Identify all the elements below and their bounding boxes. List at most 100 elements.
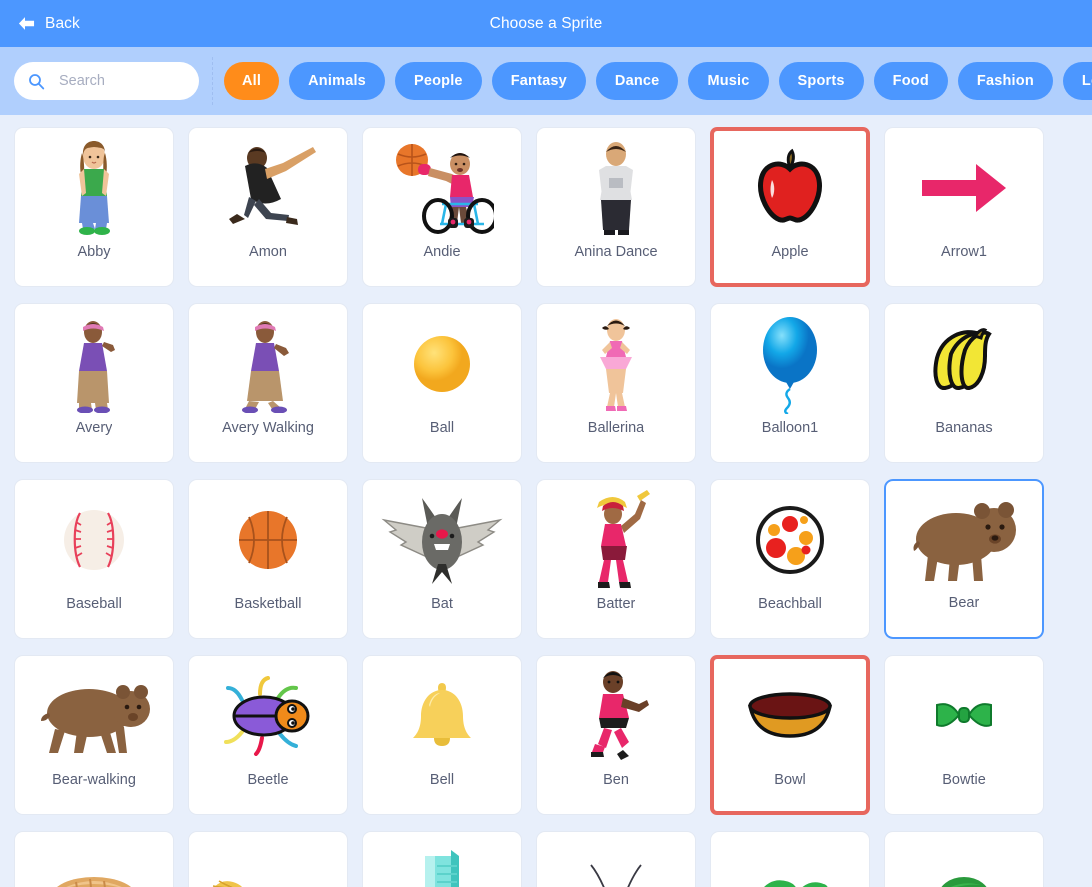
sprite-tile-butterfly[interactable]: Butterfly xyxy=(536,831,696,887)
sprite-thumbnail-basketball-icon xyxy=(189,480,347,596)
modal-title: Choose a Sprite xyxy=(489,14,603,32)
sprite-tile-batter[interactable]: Batter xyxy=(536,479,696,639)
sprite-tile-leaf[interactable]: Leaf xyxy=(884,831,1044,887)
sprite-name-label: Balloon1 xyxy=(761,420,819,436)
sprite-thumbnail-leaf-icon xyxy=(885,832,1043,887)
sprite-tile-ball[interactable]: Ball xyxy=(362,303,522,463)
sprite-tile-bat[interactable]: Bat xyxy=(362,479,522,639)
sprite-thumbnail-ball-icon xyxy=(363,304,521,420)
sprite-tile-bowtie[interactable]: Bowtie xyxy=(884,655,1044,815)
search-icon xyxy=(29,73,45,89)
sprite-name-label: Ballerina xyxy=(587,420,645,436)
sprite-tile-apple[interactable]: Apple xyxy=(710,127,870,287)
sprite-tile-broom[interactable]: Broom xyxy=(188,831,348,887)
sprite-thumbnail-ben-icon xyxy=(537,656,695,772)
sprite-name-label: Bananas xyxy=(935,420,993,436)
sprite-thumbnail-butterfly-icon xyxy=(537,832,695,887)
sprite-thumbnail-beachball-icon xyxy=(711,480,869,596)
sprite-name-label: Bowl xyxy=(774,772,806,788)
modal-header: Back Choose a Sprite xyxy=(0,0,1092,47)
sprite-thumbnail-bear-icon xyxy=(886,481,1042,595)
sprite-name-label: Bell xyxy=(429,772,455,788)
tag-fantasy[interactable]: Fantasy xyxy=(491,62,586,100)
sprite-thumbnail-bowl-icon xyxy=(714,659,866,772)
sprite-tile-baseball[interactable]: Baseball xyxy=(14,479,174,639)
sprite-thumbnail-arrow1-icon xyxy=(885,128,1043,244)
sprite-tile-arrow1[interactable]: Arrow1 xyxy=(884,127,1044,287)
sprite-tile-bear[interactable]: Bear xyxy=(884,479,1044,639)
sprite-tile-balloon1[interactable]: Balloon1 xyxy=(710,303,870,463)
tag-animals[interactable]: Animals xyxy=(289,62,385,100)
sprite-tile-andie[interactable]: Andie xyxy=(362,127,522,287)
filter-divider xyxy=(212,57,214,105)
sprite-thumbnail-bug-icon xyxy=(711,832,869,887)
sprite-thumbnail-building-icon xyxy=(363,832,521,887)
sprite-thumbnail-ballerina-icon xyxy=(537,304,695,420)
sprite-thumbnail-andie-icon xyxy=(363,128,521,244)
tag-fashion[interactable]: Fashion xyxy=(957,62,1053,100)
sprite-thumbnail-bowtie-icon xyxy=(885,656,1043,772)
back-button[interactable]: Back xyxy=(17,15,80,33)
sprite-name-label: Ball xyxy=(429,420,455,436)
sprite-thumbnail-amon-icon xyxy=(189,128,347,244)
tag-dance[interactable]: Dance xyxy=(595,62,679,100)
search-input[interactable] xyxy=(57,72,181,90)
sprite-tile-abby[interactable]: Abby xyxy=(14,127,174,287)
sprite-tile-bearwalk[interactable]: Bear-walking xyxy=(14,655,174,815)
sprite-tile-building[interactable]: Building xyxy=(362,831,522,887)
filter-bar: AllAnimalsPeopleFantasyDanceMusicSportsF… xyxy=(0,47,1092,115)
sprite-name-label: Bowtie xyxy=(942,772,986,788)
sprite-name-label: Ben xyxy=(603,772,629,788)
sprite-grid-scroll[interactable]: Abby Amon Andie Anina Dance Apple Arrow1 Avery… xyxy=(0,115,1092,887)
sprite-thumbnail-bearwalk-icon xyxy=(15,656,173,772)
sprite-name-label: Bear xyxy=(948,595,980,611)
sprite-thumbnail-batter-icon xyxy=(537,480,695,596)
back-button-label: Back xyxy=(45,14,80,32)
sprite-tile-bug[interactable]: Bug xyxy=(710,831,870,887)
sprite-thumbnail-abby-icon xyxy=(15,128,173,244)
sprite-tile-anina[interactable]: Anina Dance xyxy=(536,127,696,287)
sprite-tile-bowl[interactable]: Bowl xyxy=(710,655,870,815)
sprite-name-label: Amon xyxy=(249,244,287,260)
tag-list: All Animals People Fantasy Dance Music Sports F… xyxy=(224,62,1092,100)
sprite-name-label: Baseball xyxy=(66,596,122,612)
sprite-thumbnail-bananas-icon xyxy=(885,304,1043,420)
choose-sprite-modal: Back Choose a Sprite AllAnimalsPeopleFan… xyxy=(0,0,1092,887)
sprite-thumbnail-apple-icon xyxy=(714,131,866,244)
sprite-name-label: Avery Walking xyxy=(222,420,314,436)
sprite-name-label: Batter xyxy=(596,596,636,612)
sprite-thumbnail-bread-icon xyxy=(15,832,173,887)
sprite-tile-basketball[interactable]: Basketball xyxy=(188,479,348,639)
sprite-tile-bananas[interactable]: Bananas xyxy=(884,303,1044,463)
tag-all[interactable]: All xyxy=(224,62,280,100)
sprite-thumbnail-avery-icon xyxy=(15,304,173,420)
sprite-thumbnail-bat-icon xyxy=(363,480,521,596)
sprite-thumbnail-broom-icon xyxy=(189,832,347,887)
sprite-name-label: Bat xyxy=(431,596,453,612)
sprite-name-label: Arrow1 xyxy=(941,244,987,260)
search-box[interactable] xyxy=(14,62,199,100)
sprite-tile-ballerina[interactable]: Ballerina xyxy=(536,303,696,463)
sprite-tile-bread[interactable]: Bread xyxy=(14,831,174,887)
sprite-tile-amon[interactable]: Amon xyxy=(188,127,348,287)
sprite-tile-ben[interactable]: Ben xyxy=(536,655,696,815)
sprite-tile-bell[interactable]: Bell xyxy=(362,655,522,815)
sprite-thumbnail-anina-icon xyxy=(537,128,695,244)
sprite-tile-beachball[interactable]: Beachball xyxy=(710,479,870,639)
tag-food[interactable]: Food xyxy=(873,62,948,100)
sprite-thumbnail-bell-icon xyxy=(363,656,521,772)
sprite-tile-beetle[interactable]: Beetle xyxy=(188,655,348,815)
sprite-thumbnail-beetle-icon xyxy=(189,656,347,772)
sprite-name-label: Avery xyxy=(75,420,113,436)
sprite-thumbnail-baseball-icon xyxy=(15,480,173,596)
tag-people[interactable]: People xyxy=(394,62,482,100)
sprite-tile-averywalk[interactable]: Avery Walking xyxy=(188,303,348,463)
arrow-left-icon xyxy=(18,17,35,30)
sprite-tile-avery[interactable]: Avery xyxy=(14,303,174,463)
tag-letters[interactable]: Letters xyxy=(1062,62,1092,100)
tag-sports[interactable]: Sports xyxy=(778,62,864,100)
sprite-name-label: Andie xyxy=(423,244,461,260)
sprite-name-label: Apple xyxy=(771,244,809,260)
tag-music[interactable]: Music xyxy=(688,62,769,100)
sprite-name-label: Anina Dance xyxy=(574,244,658,260)
